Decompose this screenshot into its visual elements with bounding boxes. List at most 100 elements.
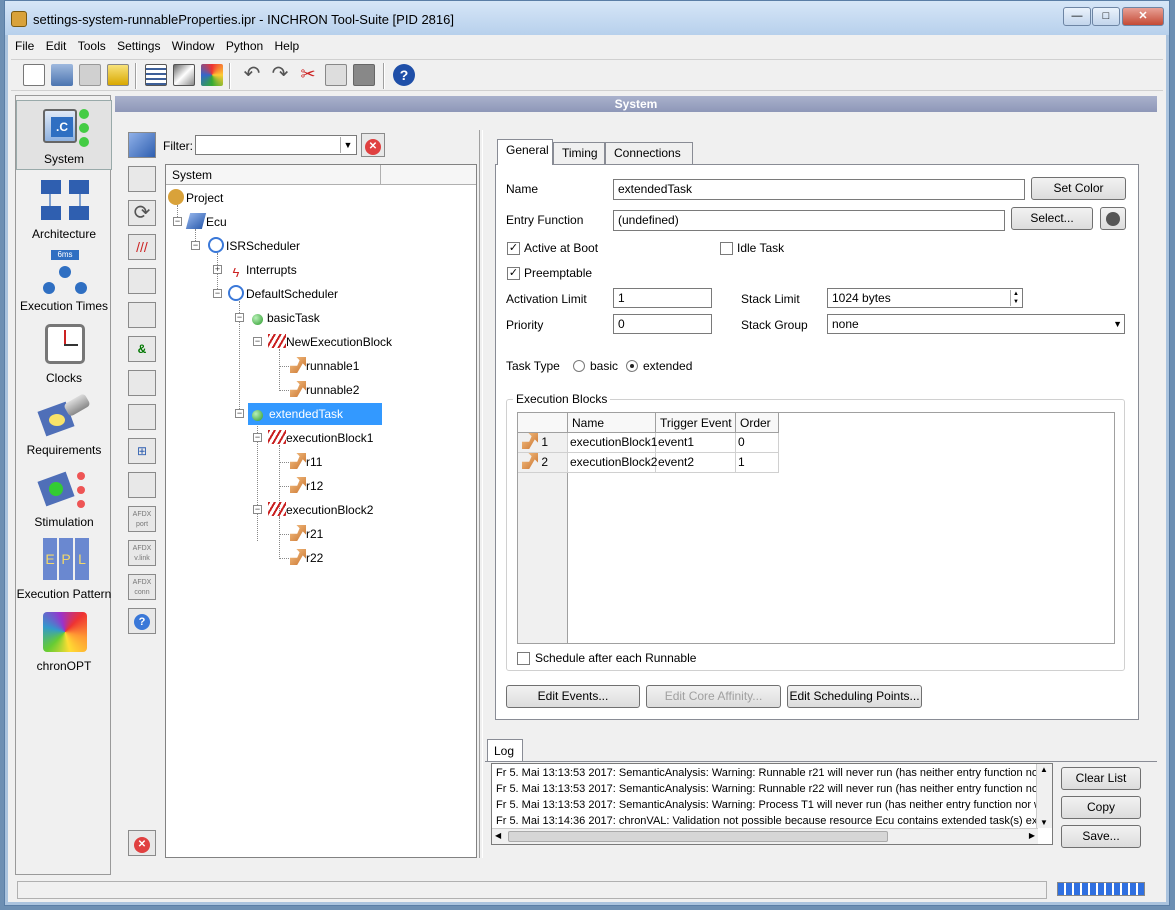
scroll-left-icon[interactable]: ◀ — [495, 831, 501, 840]
cell-name-1[interactable]: executionBlock1 — [568, 433, 657, 453]
copy-icon[interactable] — [325, 64, 347, 86]
name-field[interactable]: extendedTask — [613, 179, 1025, 200]
tree-node-extendedtask[interactable]: extendedTask — [248, 403, 382, 425]
redo-icon[interactable]: ↷ — [269, 64, 291, 86]
nav-architecture[interactable]: Architecture — [16, 176, 112, 244]
add-bus-icon[interactable] — [128, 472, 156, 498]
save-log-button[interactable]: Save... — [1061, 825, 1141, 848]
tree-node-newexecutionblock[interactable]: NewExecutionBlock — [268, 333, 392, 351]
task-type-basic-radio[interactable] — [573, 360, 585, 372]
cell-order-1[interactable]: 0 — [736, 433, 779, 453]
delete-icon[interactable]: ✕ — [128, 830, 156, 856]
paste-icon[interactable] — [353, 64, 375, 86]
add-network-icon[interactable]: ⊞ — [128, 438, 156, 464]
afdx-vlink-icon[interactable]: AFDX v.link — [128, 540, 156, 566]
open-folder-icon[interactable] — [51, 64, 73, 86]
tree-node-r22[interactable]: r22 — [290, 549, 323, 567]
maximize-button[interactable]: □ — [1092, 7, 1120, 26]
nav-execution-pattern[interactable]: E P L Execution Pattern — [16, 536, 112, 604]
collapse-toggle[interactable]: − — [253, 505, 262, 514]
menu-help[interactable]: Help — [271, 37, 304, 55]
heatmap-icon[interactable] — [201, 64, 223, 86]
activation-limit-field[interactable]: 1 — [613, 288, 712, 308]
spinner-arrows-icon[interactable]: ▲ ▼ — [1010, 290, 1021, 306]
preemptable-checkbox[interactable]: ✓ — [507, 267, 520, 280]
nav-chronopt[interactable]: chronOPT — [16, 608, 112, 676]
stack-limit-spinner[interactable]: 1024 bytes ▲ ▼ — [827, 288, 1023, 308]
tree-node-executionblock2[interactable]: executionBlock2 — [268, 501, 373, 519]
tree-node-defaultscheduler[interactable]: DefaultScheduler — [228, 285, 338, 303]
tree-node-interrupts[interactable]: ϟ Interrupts — [228, 261, 297, 280]
stack-group-select[interactable]: none ▼ — [827, 314, 1125, 334]
tree-node-isrscheduler[interactable]: ISRScheduler — [208, 237, 300, 255]
close-button[interactable]: ✕ — [1122, 7, 1164, 26]
add-scheduler-icon[interactable]: ⟳ — [128, 200, 156, 226]
tree-node-r12[interactable]: r12 — [290, 477, 323, 495]
tree-node-r11[interactable]: r11 — [290, 453, 322, 471]
system-tree[interactable]: System Project − Ecu − ISRScheduler + ϟI… — [165, 164, 477, 858]
row-header-2[interactable]: 2 — [518, 453, 568, 473]
tree-column-system[interactable]: System — [172, 168, 212, 182]
expand-toggle[interactable]: + — [213, 265, 222, 274]
collapse-toggle[interactable]: − — [173, 217, 182, 226]
chevron-down-icon[interactable]: ▼ — [340, 137, 355, 153]
properties-icon[interactable] — [145, 64, 167, 86]
execution-blocks-table[interactable]: Name Trigger Event Order 1 executionBloc… — [517, 412, 1115, 644]
save-as-icon[interactable] — [107, 64, 129, 86]
log-vertical-scrollbar[interactable]: ▲ ▼ — [1036, 764, 1052, 828]
scroll-down-icon[interactable]: ▼ — [1040, 818, 1048, 827]
pane-splitter[interactable] — [479, 130, 483, 858]
edit-events-button[interactable]: Edit Events... — [506, 685, 640, 708]
new-file-icon[interactable] — [23, 64, 45, 86]
clear-filter-button[interactable]: ✕ — [361, 133, 385, 157]
menu-settings[interactable]: Settings — [113, 37, 164, 55]
add-execution-block-icon[interactable]: /// — [128, 234, 156, 260]
nav-stimulation[interactable]: Stimulation — [16, 464, 112, 532]
tree-node-runnable2[interactable]: runnable2 — [290, 381, 359, 399]
collapse-toggle[interactable]: − — [253, 433, 262, 442]
collapse-toggle[interactable]: − — [235, 409, 244, 418]
nav-execution-times[interactable]: 6ms Execution Times — [16, 248, 112, 316]
select-button[interactable]: Select... — [1011, 207, 1093, 230]
color-swatch-button[interactable] — [1100, 207, 1126, 230]
copy-log-button[interactable]: Copy — [1061, 796, 1141, 819]
scroll-thumb[interactable] — [508, 831, 888, 842]
task-type-extended-radio[interactable] — [626, 360, 638, 372]
active-at-boot-checkbox[interactable]: ✓ — [507, 242, 520, 255]
tree-node-executionblock1[interactable]: executionBlock1 — [268, 429, 373, 447]
collapse-toggle[interactable]: − — [191, 241, 200, 250]
minimize-button[interactable]: — — [1063, 7, 1091, 26]
collapse-toggle[interactable]: − — [253, 337, 262, 346]
tree-node-basictask[interactable]: basicTask — [250, 309, 320, 327]
tree-node-runnable1[interactable]: runnable1 — [290, 357, 359, 375]
entry-function-field[interactable]: (undefined) — [613, 210, 1005, 231]
add-ecu-icon[interactable] — [128, 132, 156, 158]
nav-clocks[interactable]: Clocks — [16, 320, 112, 388]
add-pin-icon[interactable] — [128, 166, 156, 192]
tab-log[interactable]: Log — [487, 739, 523, 761]
chart-icon[interactable] — [173, 64, 195, 86]
tab-connections[interactable]: Connections — [605, 142, 693, 164]
add-task-icon[interactable] — [128, 268, 156, 294]
info-icon[interactable]: ? — [128, 608, 156, 634]
schedule-after-runnable-checkbox[interactable] — [517, 652, 530, 665]
log-horizontal-scrollbar[interactable]: ◀ ▶ — [492, 828, 1038, 844]
tab-timing[interactable]: Timing — [553, 142, 605, 164]
help-icon[interactable]: ? — [393, 64, 415, 86]
add-process-icon[interactable] — [128, 302, 156, 328]
column-header-name[interactable]: Name — [568, 413, 656, 433]
cell-event-2[interactable]: event2 — [656, 453, 736, 473]
column-header-order[interactable]: Order — [736, 413, 779, 433]
add-resource-icon[interactable] — [128, 370, 156, 396]
tree-node-project[interactable]: Project — [168, 189, 223, 207]
menu-python[interactable]: Python — [222, 37, 267, 55]
afdx-port-icon[interactable]: AFDX port — [128, 506, 156, 532]
cell-name-2[interactable]: executionBlock2 — [568, 453, 657, 473]
cell-order-2[interactable]: 1 — [736, 453, 779, 473]
nav-system[interactable]: .C System — [16, 100, 112, 170]
idle-task-checkbox[interactable] — [720, 242, 733, 255]
add-signal-icon[interactable] — [128, 404, 156, 430]
menu-window[interactable]: Window — [168, 37, 219, 55]
add-dependency-icon[interactable]: & — [128, 336, 156, 362]
filter-combobox[interactable]: ▼ — [195, 135, 357, 155]
